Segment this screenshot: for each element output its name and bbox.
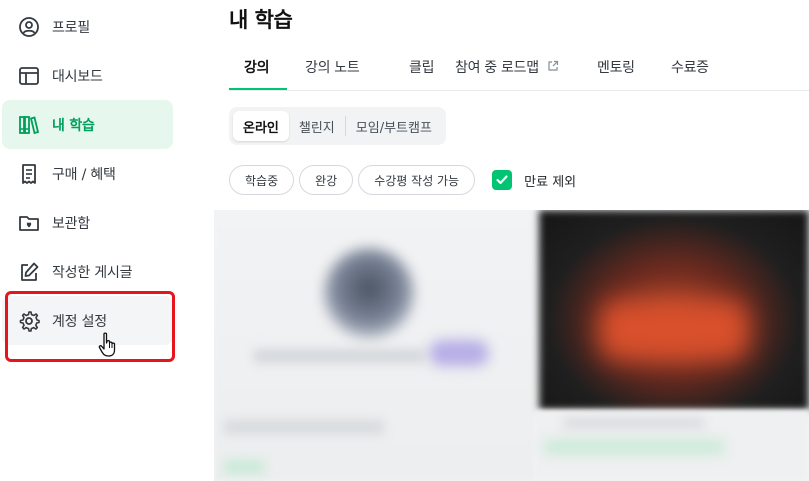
segment-challenge[interactable]: 챌린지 [289, 111, 345, 141]
filter-in-progress[interactable]: 학습중 [229, 165, 295, 195]
course-grid [214, 210, 809, 481]
sidebar-item-label: 구매 / 혜택 [52, 166, 116, 183]
sidebar-item-label: 대시보드 [52, 68, 103, 85]
blurred-badge [429, 340, 489, 366]
blurred-title [254, 350, 424, 362]
tab-lecture-notes[interactable]: 강의 노트 [305, 57, 360, 77]
sidebar-item-label: 내 학습 [52, 117, 95, 134]
checkbox-label: 만료 제외 [524, 174, 577, 190]
receipt-icon [18, 163, 40, 185]
filter-completed[interactable]: 완강 [299, 165, 354, 195]
books-icon [18, 114, 40, 136]
blurred-progress [544, 440, 724, 454]
tab-roadmaps-label: 참여 중 로드맵 [455, 60, 539, 76]
dashboard-icon [18, 65, 40, 87]
course-card-info [534, 410, 809, 481]
course-type-segment: 온라인 챌린지 모임/부트캠프 [229, 107, 446, 145]
course-thumbnail [599, 300, 749, 360]
user-circle-icon [18, 16, 40, 38]
filter-chips: 학습중 완강 수강평 작성 가능 만료 제외 [229, 164, 576, 196]
blurred-text [564, 418, 704, 428]
main-content: 내 학습 강의 강의 노트 클립 참여 중 로드맵 멘토링 수료증 온라인 챌린… [214, 0, 809, 481]
sidebar-item-my-learning[interactable]: 내 학습 [2, 100, 173, 149]
course-thumbnail [324, 248, 414, 338]
exclude-expired-checkbox[interactable]: 만료 제외 [492, 170, 576, 190]
tab-roadmaps[interactable]: 참여 중 로드맵 [455, 57, 559, 77]
segment-online[interactable]: 온라인 [233, 111, 289, 141]
sidebar-item-label: 작성한 게시글 [52, 264, 133, 281]
blurred-text [224, 420, 384, 434]
tab-certificates[interactable]: 수료증 [671, 57, 709, 77]
course-card[interactable] [214, 210, 534, 481]
blurred-progress [224, 460, 264, 474]
tab-bar: 강의 강의 노트 클립 참여 중 로드맵 멘토링 수료증 [229, 46, 809, 91]
folder-heart-icon [18, 212, 40, 234]
tab-lectures[interactable]: 강의 [244, 57, 269, 77]
highlight-box [5, 291, 175, 362]
checkbox-checked-icon [492, 170, 513, 190]
hand-cursor-icon [98, 332, 118, 358]
sidebar-item-dashboard[interactable]: 대시보드 [2, 51, 173, 100]
external-link-icon [547, 60, 559, 76]
edit-icon [18, 261, 40, 283]
sidebar: 프로필 대시보드 내 학습 구매 / 혜택 보관함 작성한 게시글 계정 설정 [0, 0, 180, 481]
segment-bootcamp[interactable]: 모임/부트캠프 [346, 111, 442, 141]
sidebar-item-label: 보관함 [52, 215, 91, 232]
sidebar-item-label: 프로필 [52, 19, 91, 36]
active-tab-indicator [229, 88, 287, 90]
page-title: 내 학습 [229, 8, 293, 32]
tab-mentoring[interactable]: 멘토링 [597, 57, 635, 77]
tab-clips[interactable]: 클립 [409, 57, 434, 77]
sidebar-item-my-posts[interactable]: 작성한 게시글 [2, 247, 173, 296]
sidebar-item-profile[interactable]: 프로필 [2, 2, 173, 51]
sidebar-item-bookmarks[interactable]: 보관함 [2, 198, 173, 247]
sidebar-item-purchases[interactable]: 구매 / 혜택 [2, 149, 173, 198]
filter-review-available[interactable]: 수강평 작성 가능 [358, 165, 476, 195]
course-card[interactable] [539, 210, 809, 410]
